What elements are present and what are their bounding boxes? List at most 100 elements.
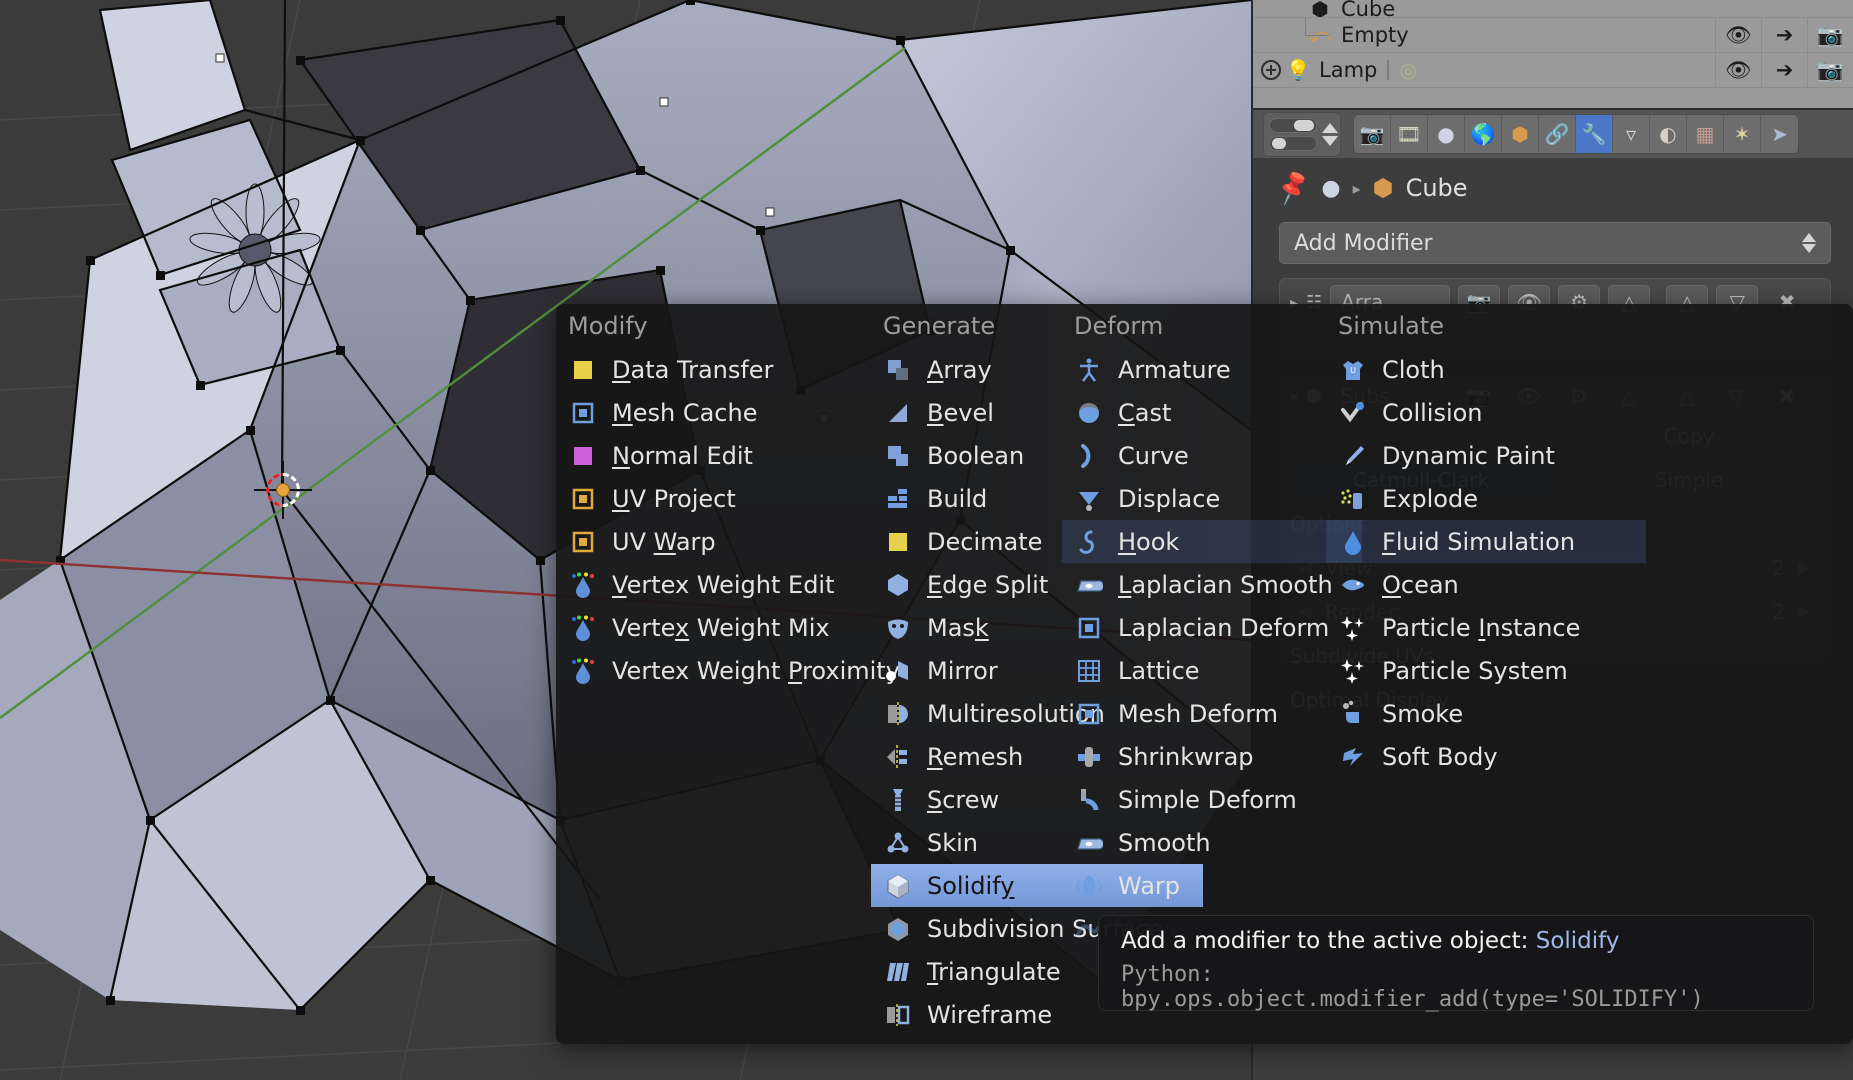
menu-item-explode[interactable]: Explode (1326, 477, 1831, 520)
menu-item-smoke[interactable]: Smoke (1326, 692, 1831, 735)
tab-physics[interactable]: ➤ (1761, 115, 1798, 153)
toggle-top[interactable] (1269, 117, 1317, 133)
menu-item-label: Mesh Cache (612, 398, 758, 427)
outliner-row-empty[interactable]: ⤺ Empty 👁 ➔ 📷 (1253, 18, 1853, 53)
scene-icon[interactable]: ● (1321, 176, 1340, 201)
tab-modifiers[interactable]: 🔧 (1576, 115, 1613, 153)
outliner-row-cube[interactable]: ⬢ Cube (1253, 0, 1853, 18)
menu-item-label: Smoke (1382, 699, 1464, 728)
menu-item-soft-body[interactable]: Soft Body (1326, 735, 1831, 778)
menu-item-warp[interactable]: Warp (1062, 864, 1567, 907)
tab-constraints[interactable]: 🔗 (1539, 115, 1576, 153)
vertex-weight-proximity-icon (568, 656, 598, 686)
laplacian-deform-icon (1074, 613, 1104, 643)
mesh-deform-icon (1074, 699, 1104, 729)
tab-object[interactable]: ⬢ (1502, 115, 1539, 153)
menu-item-simple-deform[interactable]: Simple Deform (1062, 778, 1567, 821)
tooltip-text: Add a modifier to the active object: (1121, 928, 1529, 954)
menu-item-label: Collision (1382, 398, 1483, 427)
collision-icon (1338, 398, 1368, 428)
object-origin-dot (276, 483, 290, 497)
lattice-icon (1074, 656, 1104, 686)
menu-item-label: Skin (927, 828, 979, 857)
tab-scroll-buttons[interactable] (1322, 115, 1338, 154)
tooltip-description: Add a modifier to the active object: Sol… (1121, 928, 1791, 954)
menu-item-label: Particle System (1382, 656, 1568, 685)
menu-item-label: Mask (927, 613, 989, 642)
tab-render[interactable]: 📷 (1354, 115, 1391, 153)
mesh-cache-icon (568, 398, 598, 428)
expand-toggle-icon[interactable] (1261, 60, 1281, 80)
checker-texture-icon: ▦ (1695, 122, 1715, 146)
menu-item-label: Cloth (1382, 355, 1445, 384)
boolean-icon (883, 441, 913, 471)
array-icon (883, 355, 913, 385)
tab-texture[interactable]: ▦ (1687, 115, 1724, 153)
world-icon: 🌎 (1470, 122, 1496, 146)
menu-item-label: UV Project (612, 484, 736, 513)
tab-render-layers[interactable]: 🎞 (1391, 115, 1428, 153)
lamp-data-icon[interactable]: ◎ (1399, 58, 1416, 82)
editor-type-selector[interactable] (1263, 111, 1341, 157)
menu-item-particle-instance[interactable]: Particle Instance (1326, 606, 1831, 649)
chevron-down-icon[interactable] (1322, 135, 1338, 146)
camera-icon[interactable]: 📷 (1807, 18, 1853, 52)
menu-item-dynamic-paint[interactable]: Dynamic Paint (1326, 434, 1831, 477)
menu-item-smooth[interactable]: Smooth (1062, 821, 1567, 864)
chevron-right-icon: ▸ (1352, 178, 1361, 198)
eye-icon[interactable]: 👁 (1715, 53, 1761, 87)
chain-link-icon: 🔗 (1544, 122, 1570, 146)
menu-item-ocean[interactable]: Ocean (1326, 563, 1831, 606)
tooltip: Add a modifier to the active object: Sol… (1098, 915, 1814, 1012)
dynamic-paint-icon (1338, 441, 1368, 471)
row-separator (1387, 60, 1390, 80)
properties-tab-bar: 📷 🎞 ● 🌎 ⬢ 🔗 🔧 ▿ ◐ ▦ ✶ ➤ (1253, 110, 1853, 158)
data-transfer-icon (568, 355, 598, 385)
tab-world[interactable]: 🌎 (1465, 115, 1502, 153)
toggle-bottom[interactable] (1269, 135, 1317, 151)
menu-item-label: Edge Split (927, 570, 1049, 599)
chevron-up-icon[interactable] (1322, 122, 1338, 133)
pin-icon[interactable]: 📌 (1273, 168, 1314, 207)
3d-cursor (254, 461, 312, 519)
menu-item-label: Particle Instance (1382, 613, 1581, 642)
cursor-arrow-icon[interactable]: ➔ (1761, 53, 1807, 87)
eye-icon[interactable]: 👁 (1715, 18, 1761, 52)
subdivision-surface-icon (883, 914, 913, 944)
shrinkwrap-icon (1074, 742, 1104, 772)
armature-icon (1074, 355, 1104, 385)
triangle-mesh-data-icon: ▿ (1625, 122, 1637, 146)
displace-icon (1074, 484, 1104, 514)
cursor-arrow-icon[interactable]: ➔ (1761, 18, 1807, 52)
menu-item-label: Ocean (1382, 570, 1459, 599)
menu-item-hook[interactable]: Hook (1062, 520, 1362, 563)
menu-item-fluid-simulation[interactable]: Fluid Simulation (1326, 520, 1646, 563)
wireframe-icon (883, 1000, 913, 1030)
tab-material[interactable]: ◐ (1650, 115, 1687, 153)
tab-object-data[interactable]: ▿ (1613, 115, 1650, 153)
tab-scene[interactable]: ● (1428, 115, 1465, 153)
tree-line-branch (1305, 35, 1329, 36)
physics-bounce-icon: ➤ (1771, 122, 1788, 146)
menu-item-particle-system[interactable]: Particle System (1326, 649, 1831, 692)
scene-icon: ● (1437, 122, 1455, 146)
menu-item-label: Decimate (927, 527, 1043, 556)
triangulate-icon (883, 957, 913, 987)
particle-system-icon (1338, 656, 1368, 686)
add-modifier-dropdown[interactable]: Add Modifier (1279, 222, 1831, 264)
object-cube-icon: ⬢ (1511, 122, 1529, 146)
vertex-weight-edit-icon (568, 570, 598, 600)
soft-body-icon (1338, 742, 1368, 772)
outliner-row-lamp[interactable]: 💡 Lamp ◎ 👁 ➔ 📷 (1253, 53, 1853, 88)
breadcrumb-object-name: Cube (1405, 174, 1468, 202)
tab-particles[interactable]: ✶ (1724, 115, 1761, 153)
camera-icon[interactable]: 📷 (1807, 53, 1853, 87)
hook-icon (1074, 527, 1104, 557)
menu-item-cloth[interactable]: U Cloth (1326, 348, 1831, 391)
menu-item-collision[interactable]: Collision (1326, 391, 1831, 434)
menu-item-label: Boolean (927, 441, 1025, 470)
menu-item-label: Mesh Deform (1118, 699, 1279, 728)
menu-column-simulate: Simulate U Cloth Collision Dynamic Paint Expl… (1326, 304, 1831, 778)
outliner-editor[interactable]: ⬢ Cube ⤺ Empty 👁 ➔ 📷 💡 Lamp ◎ 👁 ➔ 📷 (1251, 0, 1853, 108)
menu-item-label: UV Warp (612, 527, 716, 556)
